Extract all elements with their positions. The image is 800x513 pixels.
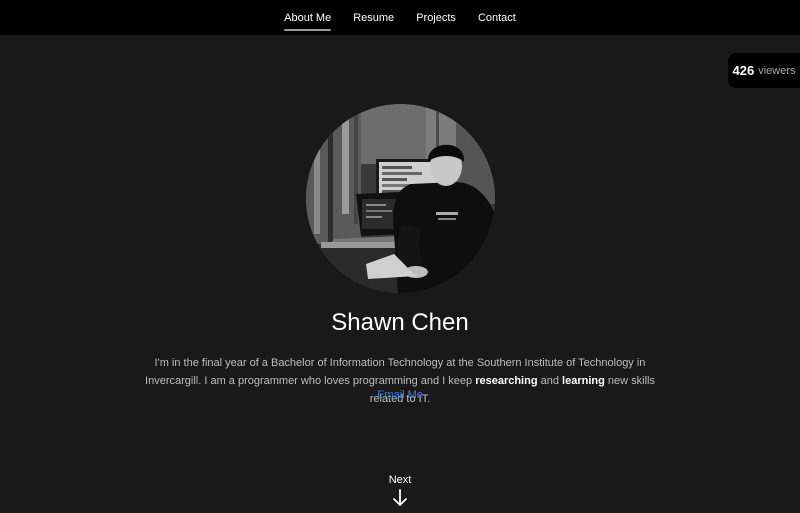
bio-text-part2: and (537, 375, 563, 387)
bio-keyword-researching: researching (475, 375, 538, 387)
viewer-count-badge: 426 viewers (728, 53, 800, 88)
profile-photo (306, 104, 495, 293)
page: About Me Resume Projects Contact 426 vie… (0, 0, 800, 513)
nav-item-about-me[interactable]: About Me (284, 0, 332, 35)
top-nav: About Me Resume Projects Contact (0, 0, 800, 35)
nav-item-contact[interactable]: Contact (478, 0, 516, 35)
arrow-down-icon[interactable] (392, 488, 408, 508)
nav-item-resume[interactable]: Resume (353, 0, 394, 35)
bio-keyword-learning: learning (562, 375, 605, 387)
nav-items: About Me Resume Projects Contact (0, 0, 800, 35)
viewer-count: 426 (732, 63, 755, 78)
nav-item-projects[interactable]: Projects (416, 0, 456, 35)
next-link[interactable]: Next (0, 474, 800, 486)
email-me-link[interactable]: Email Me (0, 389, 800, 401)
viewer-count-label: viewers (758, 64, 796, 77)
profile-name: Shawn Chen (331, 309, 469, 336)
